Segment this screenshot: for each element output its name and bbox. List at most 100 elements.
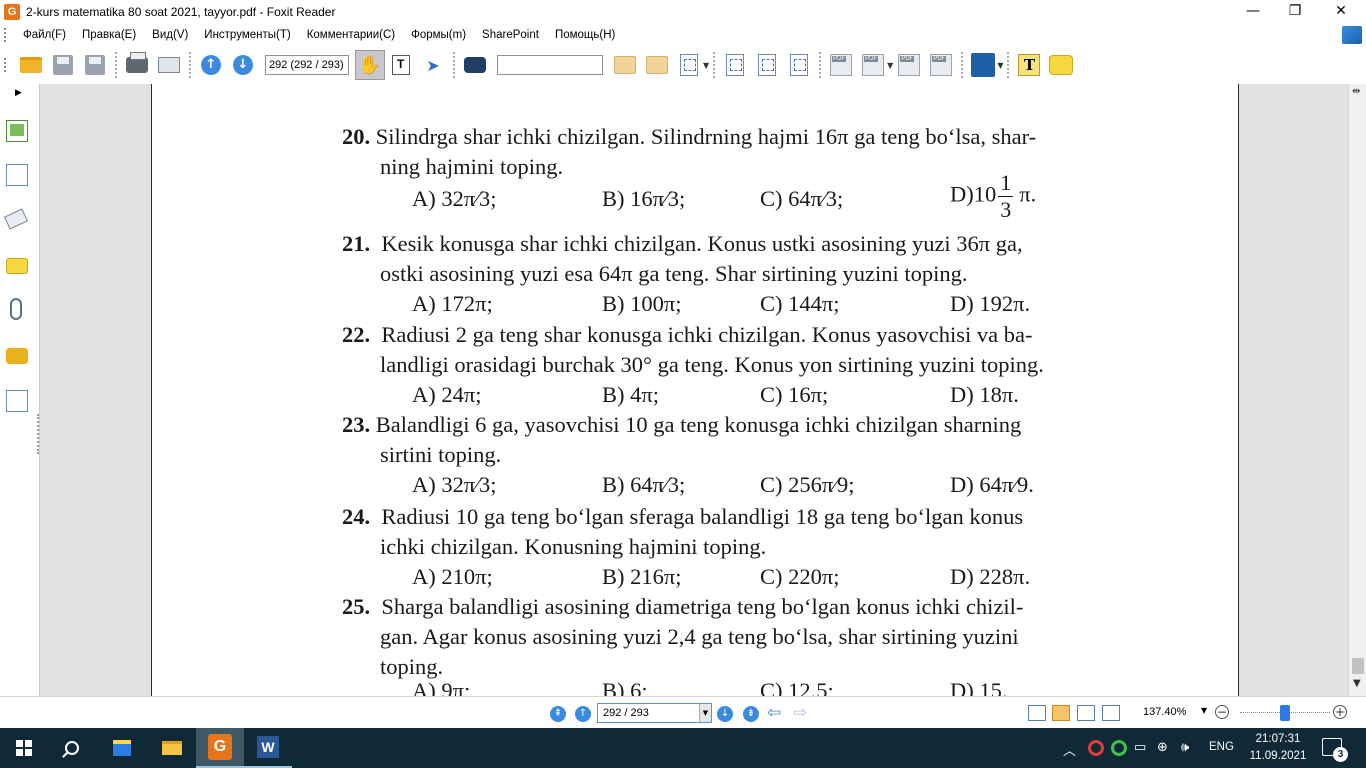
menu-view[interactable]: Вид(V) xyxy=(144,29,196,41)
typewriter-button[interactable]: T xyxy=(1015,51,1043,79)
menu-forms[interactable]: Формы(m) xyxy=(403,29,474,41)
split-handle-icon[interactable]: ⇹ xyxy=(1352,86,1360,97)
continuous-facing-icon[interactable] xyxy=(1102,705,1120,721)
maximize-view-icon[interactable] xyxy=(1342,26,1362,44)
problem-text: Radiusi 2 ga teng shar konusga ichki chi… xyxy=(381,322,1033,347)
word-taskbar-button[interactable]: W xyxy=(244,728,292,768)
menu-edit[interactable]: Правка(E) xyxy=(74,29,144,41)
single-page-icon[interactable] xyxy=(1028,705,1046,721)
window-title: 2-kurs matematika 80 soat 2021, tayyor.p… xyxy=(26,5,336,19)
eraser-icon[interactable] xyxy=(3,208,29,230)
zoom-dropdown-icon[interactable]: ▼ xyxy=(1201,706,1207,715)
clock[interactable]: 21:07:31 11.09.2021 xyxy=(1248,731,1308,765)
toolbar-grip[interactable] xyxy=(4,58,7,72)
search-button[interactable] xyxy=(48,728,96,768)
toolbar-separator xyxy=(189,52,191,78)
save-all-button[interactable] xyxy=(81,51,109,79)
toolbar-separator xyxy=(453,52,455,78)
forward-button[interactable] xyxy=(643,51,671,79)
pdf-combine-button[interactable] xyxy=(927,51,955,79)
menu-help[interactable]: Помощь(H) xyxy=(547,29,623,41)
scrollbar-thumb[interactable] xyxy=(1352,658,1364,674)
clock-date: 11.09.2021 xyxy=(1249,750,1307,762)
tray-app-icon[interactable] xyxy=(1111,740,1127,756)
problem-number: 23. xyxy=(342,412,371,437)
select-text-button[interactable] xyxy=(387,51,415,79)
bookmarks-icon[interactable] xyxy=(6,164,28,186)
open-button[interactable] xyxy=(17,51,45,79)
reader-mode-button[interactable] xyxy=(969,51,997,79)
toolbar-separator xyxy=(713,52,716,78)
actual-size-button[interactable] xyxy=(721,51,749,79)
snapshot-button[interactable] xyxy=(675,51,703,79)
answer-b: B) 4π; xyxy=(602,382,659,407)
scroll-down-icon[interactable]: ▼ xyxy=(1353,678,1361,689)
page-selector[interactable]: 292 / 293 ▼ xyxy=(597,703,712,723)
print-button[interactable] xyxy=(123,51,151,79)
document-viewer[interactable]: 20. Silindrga shar ichki chizilgan. Sili… xyxy=(40,84,1348,696)
snapshot-dropdown-icon[interactable]: ▼ xyxy=(703,61,709,70)
security-icon[interactable] xyxy=(6,348,28,364)
last-page-icon[interactable]: ⇟ xyxy=(743,706,759,722)
zoom-out-icon[interactable]: − xyxy=(1215,705,1229,719)
previous-page-button[interactable]: ↑ xyxy=(197,51,225,79)
notification-badge: 3 xyxy=(1333,747,1348,762)
menu-sharepoint[interactable]: SharePoint xyxy=(474,29,547,41)
pages-icon[interactable] xyxy=(6,120,28,142)
facing-pages-icon[interactable] xyxy=(1077,705,1095,721)
signature-icon[interactable] xyxy=(6,390,28,412)
next-page-button[interactable]: ↓ xyxy=(229,51,257,79)
save-button[interactable] xyxy=(49,51,77,79)
pdf-convert-dropdown-icon[interactable]: ▼ xyxy=(887,61,893,70)
battery-icon[interactable]: ▭ xyxy=(1134,740,1146,755)
expand-panel-icon[interactable]: ▶ xyxy=(15,88,22,98)
first-page-icon[interactable]: ⇞ xyxy=(550,706,566,722)
create-pdf-button[interactable] xyxy=(827,51,855,79)
toolbar-separator xyxy=(115,52,117,78)
pdf-convert-button[interactable] xyxy=(859,51,887,79)
volume-icon[interactable]: 🕪 xyxy=(1181,740,1189,755)
start-button[interactable] xyxy=(0,728,48,768)
next-page-icon[interactable]: ↓ xyxy=(717,706,733,722)
select-arrow-button[interactable]: ➤ xyxy=(419,51,447,79)
previous-page-icon[interactable]: ↑ xyxy=(575,706,591,722)
menu-file[interactable]: Файл(F) xyxy=(15,29,74,41)
language-indicator[interactable]: ENG xyxy=(1209,741,1234,753)
find-input[interactable] xyxy=(497,55,603,75)
fit-width-button[interactable] xyxy=(785,51,813,79)
back-button[interactable] xyxy=(611,51,639,79)
page-dropdown-icon[interactable]: ▼ xyxy=(699,704,711,722)
go-forward-icon[interactable]: ⇨ xyxy=(793,703,807,723)
vertical-scrollbar[interactable]: ⇹ ▼ xyxy=(1348,84,1366,696)
reader-mode-dropdown-icon[interactable]: ▼ xyxy=(997,61,1003,70)
menu-comments[interactable]: Комментарии(C) xyxy=(299,29,403,41)
tray-app-icon[interactable] xyxy=(1088,740,1104,756)
problem-21: 21. Kesik konusga shar ichki chizilgan. … xyxy=(342,229,1112,319)
answer-c: C) 144π; xyxy=(760,291,840,316)
attachment-icon[interactable] xyxy=(10,298,22,320)
zoom-slider-thumb[interactable] xyxy=(1280,705,1290,721)
network-icon[interactable]: ⊕ xyxy=(1157,740,1168,755)
page-number-input[interactable]: 292 (292 / 293) xyxy=(265,55,349,75)
continuous-page-icon[interactable] xyxy=(1052,705,1070,721)
note-button[interactable] xyxy=(1047,51,1075,79)
hand-tool-button[interactable]: ✋ xyxy=(355,50,385,80)
toolbar-separator xyxy=(819,52,822,78)
minimize-button[interactable]: — xyxy=(1230,0,1276,24)
comments-icon[interactable] xyxy=(6,258,28,274)
menu-tools[interactable]: Инструменты(T) xyxy=(196,29,298,41)
zoom-level[interactable]: 137.40% xyxy=(1143,706,1186,718)
file-explorer-button[interactable] xyxy=(148,728,196,768)
fit-page-button[interactable] xyxy=(753,51,781,79)
zoom-in-icon[interactable]: + xyxy=(1333,705,1347,719)
pdf-export-button[interactable] xyxy=(895,51,923,79)
scan-button[interactable] xyxy=(155,51,183,79)
find-button[interactable] xyxy=(461,51,489,79)
menu-grip[interactable] xyxy=(4,28,7,42)
go-back-icon[interactable]: ⇦ xyxy=(767,703,781,723)
foxit-reader-taskbar-button[interactable]: G xyxy=(196,728,244,768)
close-button[interactable]: ✕ xyxy=(1318,0,1364,24)
restore-button[interactable]: ❐ xyxy=(1272,0,1318,24)
store-button[interactable] xyxy=(98,728,146,768)
show-hidden-icons[interactable]: ︿ xyxy=(1063,740,1076,759)
